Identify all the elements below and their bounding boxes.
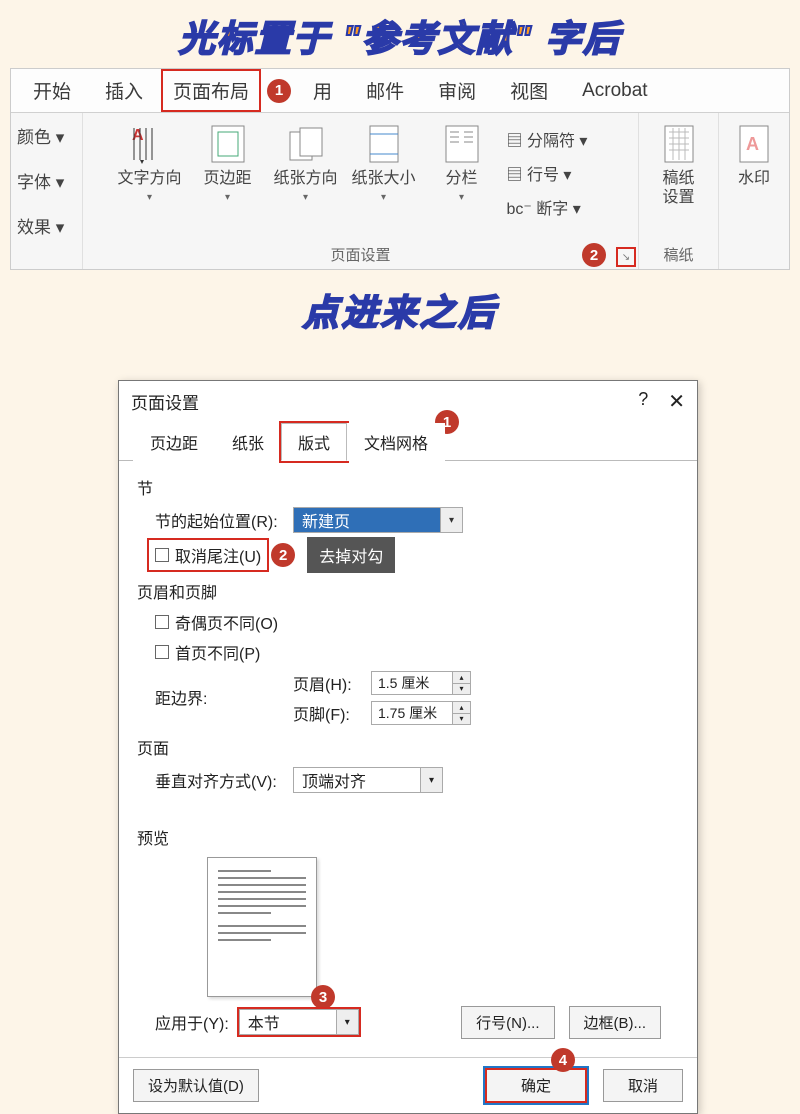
svg-text:A: A [746,134,759,154]
close-icon[interactable]: ✕ [668,389,685,414]
columns-icon [441,123,483,165]
header-footer-header: 页眉和页脚 [137,573,679,607]
hyphenation-button[interactable]: bc⁻ 断字 ▾ [507,195,605,219]
badge-2-dialog: 2 [271,543,295,567]
tab-view[interactable]: 视图 [494,69,564,112]
cancel-button[interactable]: 取消 [603,1069,683,1102]
page-setup-group: A 文字方向▾ 页边距▾ 纸张方向▾ [83,113,639,269]
preview-header: 预览 [137,797,679,853]
manuscript-icon [658,123,700,165]
columns-button[interactable]: 分栏▾ [423,119,501,207]
watermark-button[interactable]: A 水印 [715,119,793,192]
text-direction-button[interactable]: A 文字方向▾ [111,119,189,207]
section-start-select[interactable]: 新建页 ▾ [293,507,463,533]
ok-button[interactable]: 确定 [485,1068,587,1103]
page-setup-dialog: 页面设置 ? ✕ 页边距 纸张 版式 1 文档网格 节 节的起始位置(R): 新… [118,380,698,1114]
margins-button[interactable]: 页边距▾ [189,119,267,207]
badge-1: 1 [267,79,291,103]
tab-start[interactable]: 开始 [17,69,87,112]
dialog-title-text: 页面设置 [131,389,199,414]
footer-distance-label: 页脚(F): [293,701,363,725]
tab-document-grid[interactable]: 文档网格 [347,423,445,461]
watermark-group: A 水印 [719,113,789,269]
tooltip-remove-check: 去掉对勾 [307,537,395,573]
page-section-header: 页面 [137,729,679,763]
tab-page-layout[interactable]: 页面布局 [161,69,261,112]
tab-acrobat[interactable]: Acrobat [566,69,663,112]
checkbox-icon [155,548,169,562]
chevron-down-icon: ▾ [336,1010,358,1034]
badge-3: 3 [311,985,335,1009]
orientation-button[interactable]: 纸张方向▾ [267,119,345,207]
margins-icon [207,123,249,165]
tab-paper[interactable]: 纸张 [215,423,281,461]
text-direction-icon: A [129,123,171,165]
apply-to-select[interactable]: 本节 ▾ [239,1009,359,1035]
first-page-checkbox[interactable]: 首页不同(P) [137,637,679,667]
manuscript-group-label: 稿纸 [639,240,718,269]
vertical-align-select[interactable]: 顶端对齐 ▾ [293,767,443,793]
checkbox-icon [155,645,169,659]
breaks-mini-group: ▤ 分隔符 ▾ ▤ 行号 ▾ bc⁻ 断字 ▾ [501,119,611,227]
from-edge-label: 距边界: [155,671,285,709]
borders-dialog-button[interactable]: 边框(B)... [569,1006,662,1039]
tab-references[interactable]: 用 [297,69,348,112]
page-setup-group-label: 页面设置 2 ↘ [83,240,638,269]
ribbon: 开始 插入 页面布局 1 用 邮件 审阅 视图 Acrobat 颜色 ▾ 字体 … [10,68,790,270]
suppress-endnotes-checkbox[interactable]: 取消尾注(U) [149,540,267,570]
line-numbers-dialog-button[interactable]: 行号(N)... [461,1006,554,1039]
tab-margins[interactable]: 页边距 [133,423,215,461]
watermark-icon: A [733,123,775,165]
dialog-titlebar: 页面设置 ? ✕ [119,381,697,422]
section-header: 节 [137,469,679,503]
manuscript-button[interactable]: 稿纸设置 [640,119,718,211]
theme-effects[interactable]: 效果 ▾ [15,209,78,242]
theme-colors[interactable]: 颜色 ▾ [15,119,78,152]
chevron-down-icon: ▾ [420,768,442,792]
footer-distance-input[interactable]: 1.75 厘米 ▴▾ [371,701,471,725]
odd-even-checkbox[interactable]: 奇偶页不同(O) [137,607,679,637]
annotation-top: 光标置于 "参考文献" 字后 [0,0,800,68]
orientation-icon [285,123,327,165]
dialog-body: 节 节的起始位置(R): 新建页 ▾ 取消尾注(U) 2 去掉对勾 页眉和页脚 … [119,461,697,1057]
preview-thumbnail [207,857,317,997]
header-distance-label: 页眉(H): [293,671,363,695]
ribbon-tabs: 开始 插入 页面布局 1 用 邮件 审阅 视图 Acrobat [11,69,789,113]
dialog-tabs: 页边距 纸张 版式 1 文档网格 [119,422,697,461]
dialog-footer: 设为默认值(D) 4 确定 取消 [119,1057,697,1113]
ribbon-body: 颜色 ▾ 字体 ▾ 效果 ▾ A 文字方向▾ 页边距▾ [11,113,789,269]
chevron-down-icon: ▾ [440,508,462,532]
tab-review[interactable]: 审阅 [422,69,492,112]
apply-to-label: 应用于(Y): [155,1010,229,1034]
checkbox-icon [155,615,169,629]
help-icon[interactable]: ? [638,389,648,414]
badge-4: 4 [551,1048,575,1072]
paper-size-icon [363,123,405,165]
tab-mail[interactable]: 邮件 [350,69,420,112]
set-default-button[interactable]: 设为默认值(D) [133,1069,259,1102]
page-setup-launcher-icon[interactable]: ↘ [616,247,636,267]
tab-layout[interactable]: 版式 [281,423,347,461]
breaks-button[interactable]: ▤ 分隔符 ▾ [507,127,605,151]
badge-2-ribbon: 2 [582,243,606,267]
vertical-align-label: 垂直对齐方式(V): [155,768,285,792]
section-start-label: 节的起始位置(R): [155,508,285,532]
paper-size-button[interactable]: 纸张大小▾ [345,119,423,207]
tab-insert[interactable]: 插入 [89,69,159,112]
theme-side-group: 颜色 ▾ 字体 ▾ 效果 ▾ [11,113,83,269]
manuscript-group: 稿纸设置 稿纸 [639,113,719,269]
header-distance-input[interactable]: 1.5 厘米 ▴▾ [371,671,471,695]
line-numbers-button[interactable]: ▤ 行号 ▾ [507,161,605,185]
annotation-middle: 点进来之后 [0,270,800,350]
theme-fonts[interactable]: 字体 ▾ [15,164,78,197]
